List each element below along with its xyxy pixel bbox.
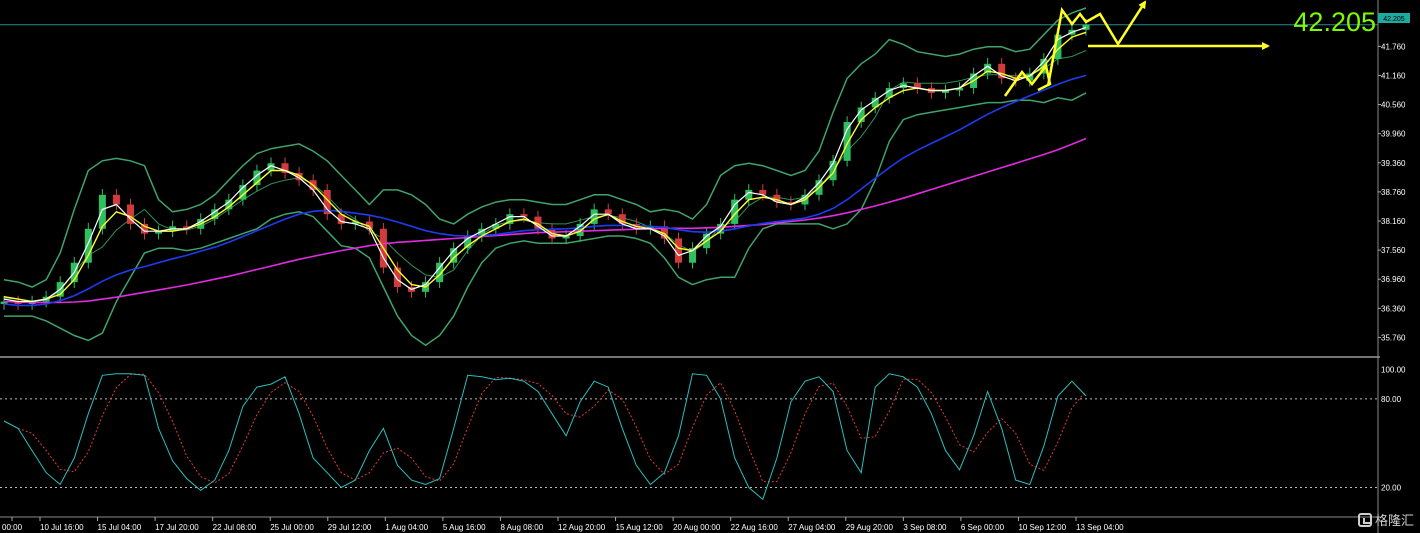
watermark-text: 格隆汇	[1374, 514, 1414, 529]
time-tick-label: 3 Sep 08:00	[903, 523, 947, 532]
price-tick-label: 39.960	[1381, 130, 1406, 139]
time-tick-label: 15 Jul 04:00	[98, 523, 142, 532]
watermark-logo-icon	[1357, 512, 1372, 527]
price-tick-label: 41.160	[1381, 71, 1406, 80]
time-tick-label: 12 Aug 20:00	[558, 523, 606, 532]
oscillator-tick-label: 100.00	[1381, 365, 1406, 374]
stochastic-signal-line	[3, 373, 1087, 484]
time-tick-label: 20 Aug 00:00	[673, 523, 721, 532]
oscillator-tick-label: 80.00	[1381, 395, 1402, 404]
zigzag-arrow-2	[1046, 0, 1147, 87]
trading-chart: 42.36041.76041.16040.56039.96039.36038.7…	[0, 0, 1410, 533]
time-tick-label: 22 Aug 16:00	[731, 523, 779, 532]
time-tick-label: 15 Aug 12:00	[616, 523, 664, 532]
time-tick-label: 25 Jul 00:00	[270, 523, 314, 532]
price-tick-label: 37.560	[1381, 246, 1406, 255]
price-axis: 42.36041.76041.16040.56039.96039.36038.7…	[1378, 13, 1406, 342]
ma-magenta-line	[3, 137, 1087, 304]
bollinger-middle-line	[3, 50, 1087, 303]
price-tick-label: 36.960	[1381, 275, 1406, 284]
stochastic-main-line	[3, 373, 1087, 501]
price-tick-label: 40.560	[1381, 101, 1406, 110]
current-price-label: 42.205	[1293, 7, 1376, 37]
ma-blue-line	[3, 74, 1087, 307]
candle-body	[1082, 24, 1090, 30]
zigzag-arrow-1	[1003, 63, 1052, 97]
time-tick-label: 27 Aug 04:00	[788, 523, 836, 532]
time-tick-label: 6 Sep 00:00	[961, 523, 1005, 532]
time-tick-label: 00:00	[2, 523, 23, 532]
time-tick-label: 22 Jul 08:00	[213, 523, 257, 532]
candle-body	[843, 122, 851, 161]
price-tick-label: 35.760	[1381, 333, 1406, 342]
moving-averages	[3, 26, 1087, 307]
time-tick-label: 8 Aug 08:00	[500, 523, 543, 532]
time-tick-label: 10 Sep 12:00	[1018, 523, 1066, 532]
time-tick-label: 13 Sep 04:00	[1076, 523, 1124, 532]
price-tick-label: 41.760	[1381, 42, 1406, 51]
price-tick-label: 36.360	[1381, 304, 1406, 313]
projection-arrows	[1003, 0, 1270, 97]
price-tick-label: 38.160	[1381, 217, 1406, 226]
main-panel-frame	[0, 0, 1380, 533]
time-tick-label: 29 Aug 20:00	[846, 523, 894, 532]
price-tick-label: 39.360	[1381, 159, 1406, 168]
candle-body	[674, 238, 683, 263]
candle-body	[84, 228, 92, 263]
time-tick-label: 5 Aug 16:00	[443, 523, 486, 532]
bollinger-lower-line	[4, 92, 1087, 347]
candle-body	[112, 194, 120, 205]
time-axis: 00:00 10 Jul 16:00 15 Jul 04:00 17 Jul 20:0…	[2, 517, 1124, 532]
time-tick-label: 29 Jul 12:00	[328, 523, 372, 532]
oscillator-tick-label: 20.00	[1381, 483, 1402, 492]
price-badge-text: 42.205	[1383, 16, 1405, 23]
time-tick-label: 1 Aug 04:00	[385, 523, 428, 532]
bollinger-bands	[3, 7, 1087, 347]
time-tick-label: 10 Jul 16:00	[40, 523, 84, 532]
time-tick-label: 17 Jul 20:00	[155, 523, 199, 532]
price-tick-label: 38.760	[1381, 188, 1406, 197]
stochastic-panel: 100.00 80.00 20.00	[0, 365, 1406, 501]
candlesticks	[0, 18, 1090, 310]
watermark: 格隆汇	[1357, 510, 1414, 529]
